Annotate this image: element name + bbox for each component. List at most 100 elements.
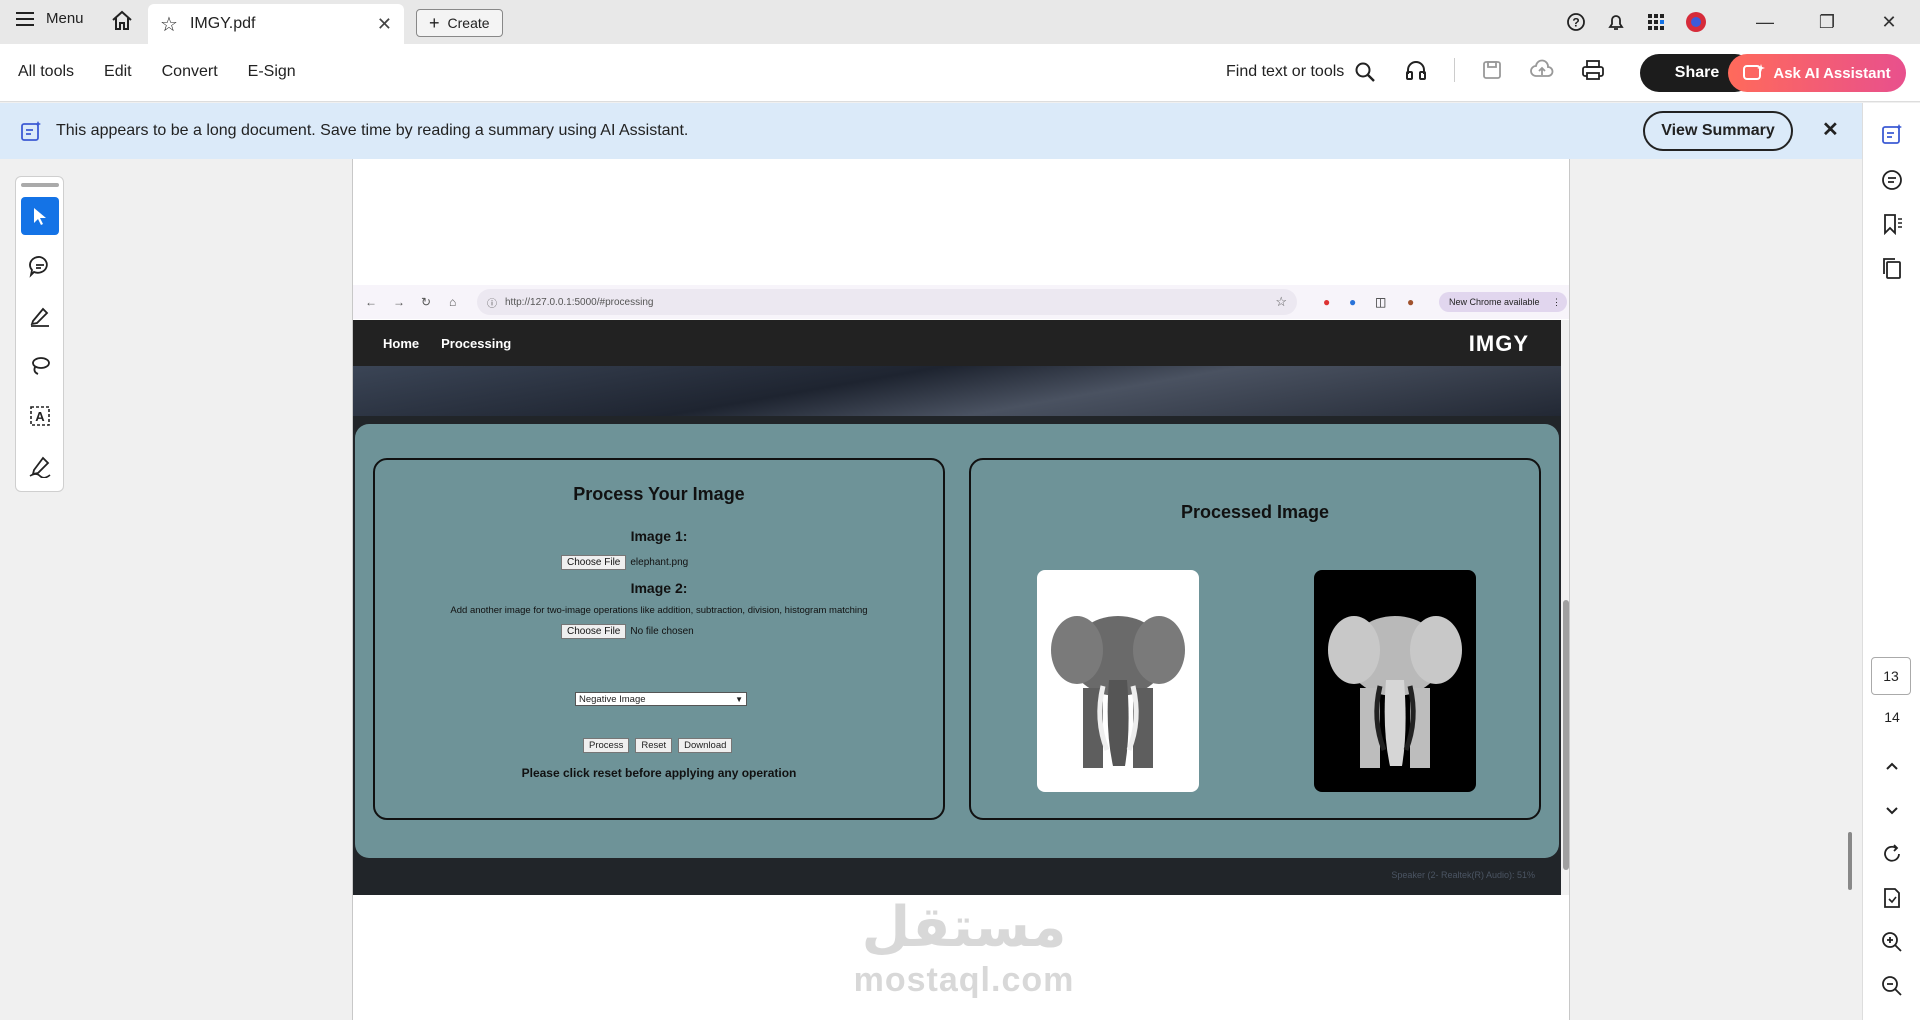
url-field: ⓘ http://127.0.0.1:5000/#processing ☆ — [477, 289, 1297, 315]
browser-avatar-icon: ● — [1407, 295, 1415, 309]
image2-label: Image 2: — [630, 580, 688, 596]
help-icon[interactable]: ? — [1556, 12, 1596, 32]
ai-summary-icon[interactable] — [1881, 123, 1903, 145]
menu-button[interactable]: Menu — [16, 10, 84, 27]
pen-highlight-icon — [30, 307, 49, 327]
comment-icon — [28, 256, 48, 278]
close-window-icon[interactable]: ✕ — [1858, 12, 1920, 33]
ai-label: Ask AI Assistant — [1773, 64, 1891, 82]
embedded-scrollbar — [1561, 320, 1569, 895]
minimize-icon[interactable]: — — [1734, 12, 1796, 33]
close-tab-icon[interactable]: ✕ — [377, 14, 392, 35]
reset-note: Please click reset before applying any o… — [521, 766, 797, 780]
mostaql-watermark: مستقل mostaql.com — [833, 895, 1095, 1000]
svg-text:A: A — [35, 409, 45, 424]
view-summary-button[interactable]: View Summary — [1643, 111, 1793, 151]
plus-icon: + — [429, 12, 440, 33]
pdf-page: ← → ↻ ⌂ ⓘ http://127.0.0.1:5000/#process… — [352, 159, 1570, 1020]
chrome-update-text: New Chrome available — [1449, 297, 1540, 307]
zoom-out-icon[interactable] — [1881, 975, 1903, 997]
text-tool-button[interactable]: A — [21, 397, 59, 435]
svg-text:?: ? — [1572, 16, 1579, 30]
chevron-down-icon[interactable] — [1881, 799, 1903, 821]
menu-e-sign[interactable]: E-Sign — [248, 63, 296, 81]
star-icon[interactable]: ☆ — [160, 12, 178, 37]
sign-tool-button[interactable] — [21, 447, 59, 485]
reload-icon: ↻ — [421, 295, 432, 309]
nav-home: Home — [383, 336, 420, 351]
menu-convert[interactable]: Convert — [162, 63, 218, 81]
process-card: Process Your Image Image 1: Choose File … — [373, 458, 945, 820]
window-controls: ? — ❐ ✕ — [1556, 0, 1920, 44]
top-menus: All tools Edit Convert E-Sign — [18, 63, 296, 81]
headphones-icon[interactable] — [1404, 58, 1428, 82]
forward-arrow-icon: → — [393, 295, 405, 309]
save-icon[interactable] — [1481, 59, 1503, 81]
kebab-menu-icon: ⋮ — [1552, 296, 1561, 307]
apps-grid-icon[interactable] — [1636, 12, 1676, 32]
menu-label: Menu — [46, 10, 84, 27]
imgy-site: Home Processing IMGY Process Your Image … — [353, 320, 1561, 895]
close-banner-icon[interactable]: ✕ — [1822, 117, 1839, 142]
divider — [1454, 58, 1455, 82]
site-navbar: Home Processing IMGY — [353, 320, 1561, 366]
right-side-rail: 13 14 — [1862, 103, 1920, 1020]
choose-file-button: Choose File — [561, 555, 627, 570]
highlight-tool-button[interactable] — [21, 297, 59, 335]
title-bar: Menu ☆ IMGY.pdf ✕ + Create ? — ❐ ✕ — [0, 0, 1920, 44]
hero-image — [353, 366, 1561, 416]
bookmark-star-icon: ☆ — [1275, 294, 1287, 309]
draw-tool-button[interactable] — [21, 347, 59, 385]
lasso-draw-icon — [31, 357, 50, 375]
comments-icon[interactable] — [1881, 169, 1903, 191]
process-button: Process — [583, 738, 630, 753]
signature-pen-icon — [29, 456, 51, 478]
reset-button: Reset — [635, 738, 673, 753]
bookmarks-icon[interactable] — [1881, 213, 1903, 235]
menu-all-tools[interactable]: All tools — [18, 63, 74, 81]
find-tools-button[interactable]: Find text or tools — [1226, 61, 1376, 83]
chevron-up-icon[interactable] — [1881, 755, 1903, 777]
menu-edit[interactable]: Edit — [104, 63, 132, 81]
rail-grip[interactable] — [20, 183, 59, 187]
bell-icon[interactable] — [1596, 12, 1636, 32]
restore-icon[interactable]: ❐ — [1796, 12, 1858, 33]
next-page-number[interactable]: 14 — [1863, 709, 1920, 725]
ask-ai-assistant-button[interactable]: Ask AI Assistant — [1728, 54, 1906, 92]
zoom-in-icon[interactable] — [1881, 931, 1903, 953]
current-page-indicator[interactable]: 13 — [1871, 657, 1911, 695]
chevron-down-icon: ▼ — [735, 694, 743, 704]
print-icon[interactable] — [1581, 59, 1605, 81]
rotate-icon[interactable] — [1881, 843, 1903, 865]
negative-elephant-image — [1314, 570, 1476, 792]
choose-file-button: Choose File — [561, 624, 627, 639]
comment-tool-button[interactable] — [21, 247, 59, 285]
chrome-update-pill: New Chrome available ⋮ — [1439, 292, 1567, 312]
image2-file-row: Choose File No file chosen — [561, 624, 694, 639]
tab-title: IMGY.pdf — [189, 15, 256, 32]
extension-icon: ● — [1323, 295, 1331, 309]
create-button[interactable]: + Create — [416, 9, 503, 37]
processed-card: Processed Image — [969, 458, 1541, 820]
site-brand: IMGY — [1468, 331, 1529, 356]
site-info-icon: ⓘ — [487, 298, 497, 310]
pages-icon[interactable] — [1881, 257, 1903, 279]
processing-panel: Process Your Image Image 1: Choose File … — [355, 424, 1559, 858]
search-icon — [1355, 62, 1376, 82]
profile-avatar-icon[interactable] — [1676, 11, 1716, 33]
banner-text: This appears to be a long document. Save… — [56, 122, 689, 139]
image1-file-row: Choose File elephant.png — [561, 555, 688, 570]
ai-assistant-icon — [1743, 64, 1766, 80]
document-scrollbar[interactable] — [1848, 832, 1852, 890]
document-tab[interactable]: ☆ IMGY.pdf ✕ — [148, 4, 404, 44]
volume-tooltip-text: Speaker (2- Realtek(R) Audio): 51% — [1391, 870, 1535, 880]
cursor-arrow-icon — [33, 208, 46, 225]
back-arrow-icon: ← — [365, 295, 377, 309]
nav-processing: Processing — [441, 336, 512, 351]
select-tool-button[interactable] — [20, 197, 59, 235]
home-button[interactable] — [110, 9, 134, 38]
summary-icon — [21, 121, 41, 141]
page-settings-icon[interactable] — [1881, 887, 1903, 909]
cloud-upload-icon[interactable] — [1529, 59, 1555, 81]
find-label: Find text or tools — [1226, 63, 1345, 80]
